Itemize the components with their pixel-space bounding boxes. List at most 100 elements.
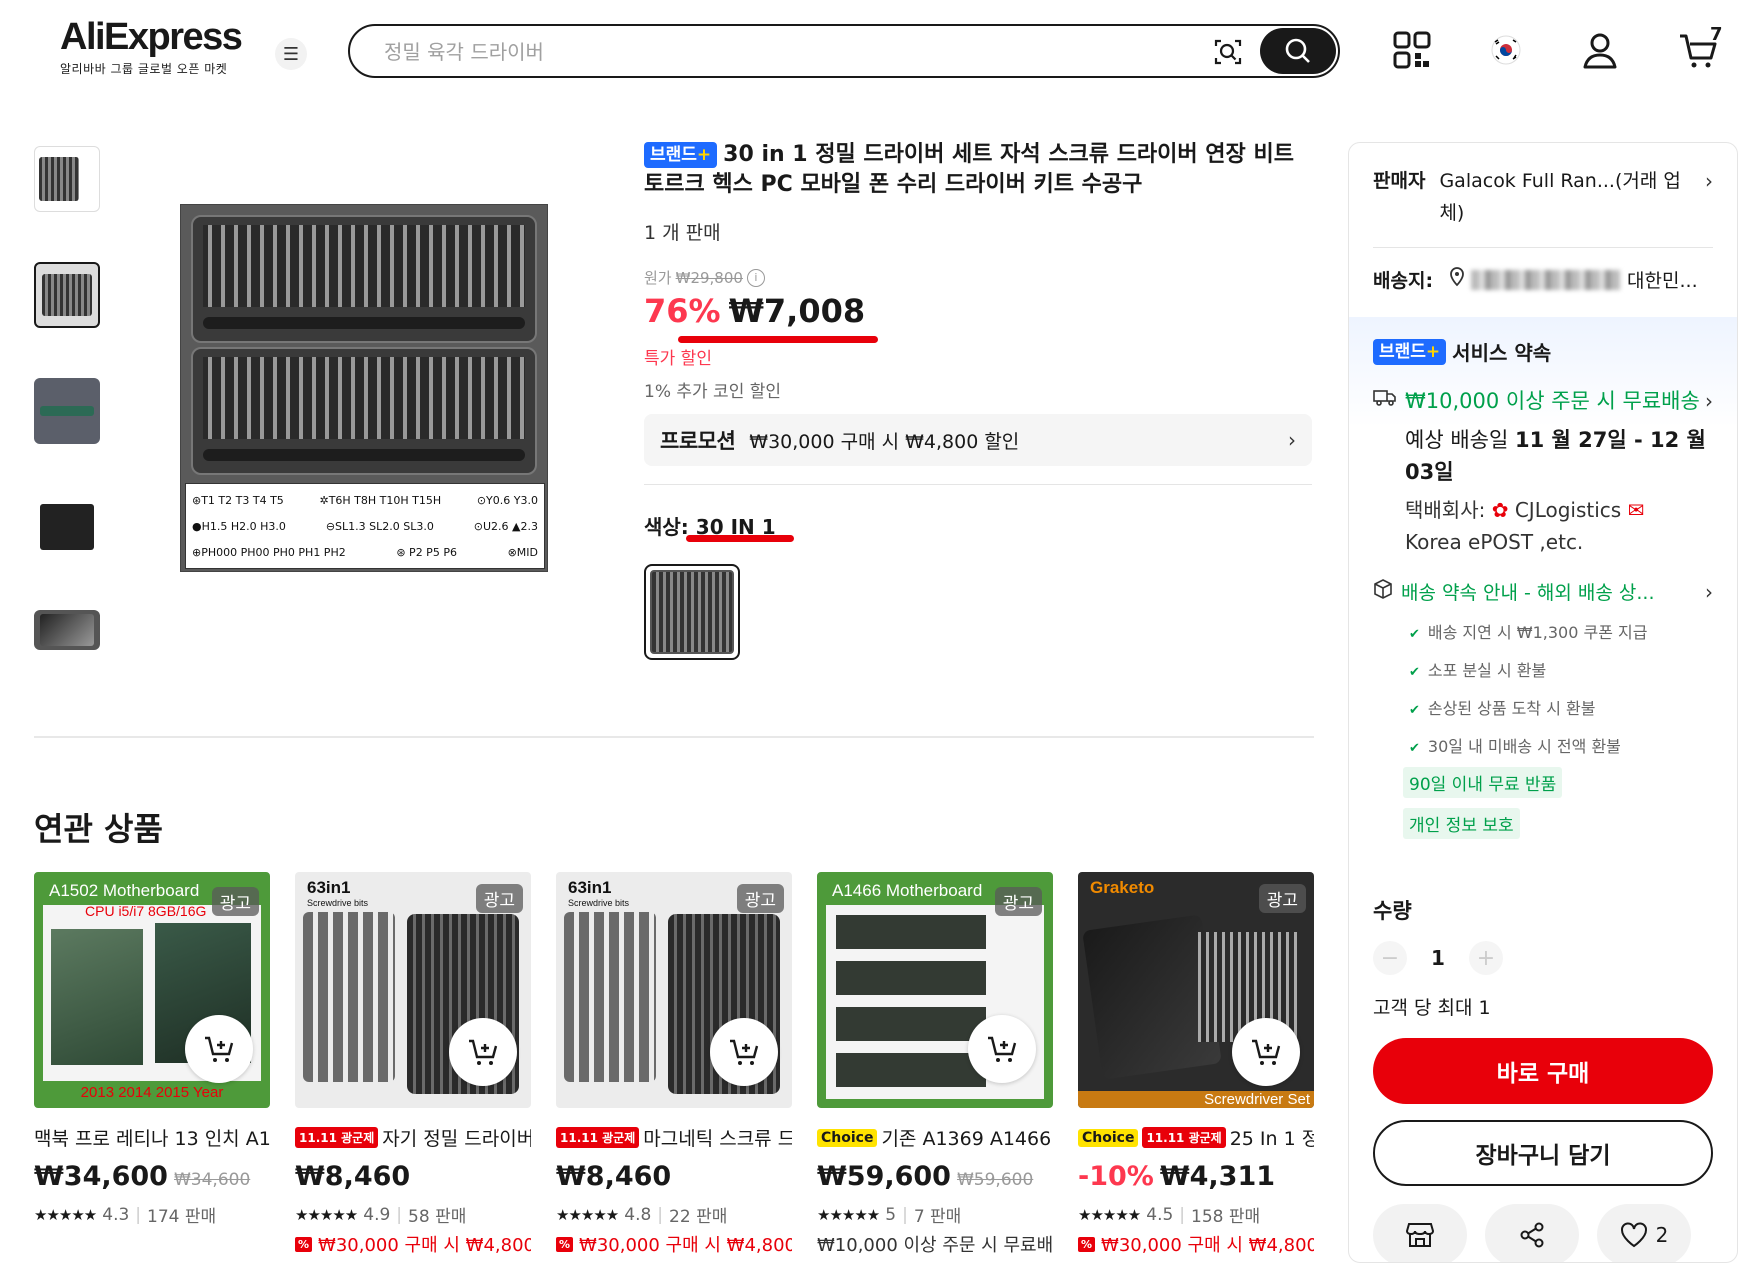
image-search-icon[interactable] (1210, 34, 1246, 70)
color-label: 색상: 30 IN 1 (644, 511, 1314, 542)
promotion-banner[interactable]: 프로모션 ₩30,000 구매 시 ₩4,800 할인 › (644, 414, 1312, 466)
color-swatch-30in1[interactable] (644, 564, 740, 660)
ad-badge: 광고 (736, 884, 784, 913)
wishlist-count: 2 (1655, 1223, 1669, 1247)
purchase-side-panel: 판매자 Galacok Full Ran...(거래 업체) › 배송지: 대한… (1348, 142, 1738, 1263)
product-card-image[interactable]: 63in1 Screwdrive bits 광고 (295, 872, 531, 1108)
main-product-image[interactable]: ⊛T1 T2 T3 T4 T5 ✲T6H T8H T10H T15H ⊙Y0.6 Y… (180, 204, 548, 572)
product-title: 브랜드+ 30 in 1 정밀 드라이버 세트 자석 스크류 드라이버 연장 비트… (644, 142, 1294, 197)
search-button[interactable] (1260, 28, 1336, 74)
box-icon (1373, 579, 1393, 604)
product-card-price: -10% ₩4,311 (1078, 1161, 1276, 1192)
add-to-cart-icon[interactable] (1232, 1018, 1300, 1086)
product-card-price: ₩8,460 (556, 1161, 672, 1192)
thumbnail-5[interactable] (34, 610, 100, 650)
product-card-promo: % ₩30,000 구매 시 ₩4,800 (295, 1231, 531, 1257)
product-card[interactable]: 63in1 Screwdrive bits 광고 11.11 광군제 자기 정밀 … (295, 872, 531, 1257)
buy-now-button[interactable]: 바로 구매 (1373, 1038, 1713, 1104)
thumbnail-3[interactable] (34, 378, 100, 444)
section-divider (34, 736, 1314, 738)
product-card[interactable]: A1502 Motherboard CPU i5/i7 8GB/16G 2013… (34, 872, 270, 1257)
product-card-image[interactable]: Graketo Screwdriver Set 광고 (1078, 872, 1314, 1108)
chevron-right-icon: › (1705, 579, 1713, 604)
promise-check-item: ✔ 손상된 상품 도착 시 환불 (1409, 699, 1596, 718)
quantity-stepper: − 1 + (1373, 941, 1713, 975)
original-price: ₩29,800 (675, 268, 743, 287)
quantity-decrease-button[interactable]: − (1373, 941, 1407, 975)
epost-logo-icon: ✉ (1627, 498, 1645, 522)
share-button[interactable] (1485, 1204, 1579, 1262)
seller-row[interactable]: 판매자 Galacok Full Ran...(거래 업체) › (1373, 165, 1713, 229)
account-icon[interactable] (1578, 28, 1622, 72)
percent-icon: % (556, 1236, 574, 1252)
hamburger-menu-icon[interactable]: ☰ (275, 38, 307, 70)
check-icon: ✔ (1409, 665, 1420, 680)
promise-check-item: ✔ 30일 내 미배송 시 전액 환불 (1409, 737, 1621, 756)
sold-count: 1 개 판매 (644, 222, 721, 244)
aliexpress-logo[interactable]: AliExpress 알리바바 그룹 글로벌 오픈 마켓 (60, 16, 260, 77)
legend-row: ⊛T1 T2 T3 T4 T5 ✲T6H T8H T10H T15H ⊙Y0.6 Y… (192, 494, 538, 507)
store-button[interactable] (1373, 1204, 1467, 1262)
product-card-price: ₩59,600 ₩59,600 (817, 1161, 1034, 1192)
ad-badge: 광고 (475, 884, 523, 913)
red-annotation-underline (678, 336, 878, 343)
chevron-right-icon: › (1705, 389, 1713, 413)
product-card-rating: ★★★★★ 4.5 | 158 판매 (1078, 1204, 1261, 1228)
free-return-tag: 90일 이내 무료 반품 (1403, 767, 1563, 798)
tray-bottom (191, 347, 537, 475)
korea-flag-icon[interactable] (1484, 28, 1528, 72)
promise-check-item: ✔ 소포 분실 시 환불 (1409, 661, 1547, 680)
legend-row: ●H1.5 H2.0 H3.0 ⊖SL1.3 SL2.0 SL3.0 ⊙U2.6 ▲… (192, 520, 538, 533)
product-card-name: Choice기존 A1369 A1466 로직보드 (817, 1124, 1053, 1151)
cj-logo-icon: ✿ (1491, 498, 1509, 522)
product-card-rating: ★★★★★ 4.8 | 22 판매 (556, 1204, 728, 1228)
search-bar (348, 24, 1340, 78)
red-annotation-underline (686, 535, 794, 542)
related-products-list: A1502 Motherboard CPU i5/i7 8GB/16G 2013… (34, 872, 1314, 1257)
discount-percent: 76% (644, 292, 721, 330)
free-shipping-row[interactable]: ₩10,000 이상 주문 시 무료배송 › (1373, 386, 1713, 416)
product-card-price: ₩8,460 (295, 1161, 411, 1192)
share-icon (1520, 1222, 1544, 1248)
star-rating-icon: ★★★★★ (556, 1205, 619, 1224)
star-rating-icon: ★★★★★ (295, 1205, 358, 1224)
related-products-title: 연관 상품 (34, 810, 163, 848)
service-promise-section: 브랜드+ 서비스 약속 ₩10,000 이상 주문 시 무료배송 › 예상 배송… (1349, 317, 1737, 855)
add-to-cart-icon[interactable] (185, 1015, 253, 1083)
check-icon: ✔ (1409, 741, 1420, 756)
add-to-cart-button[interactable]: 장바구니 담기 (1373, 1120, 1713, 1186)
add-to-cart-icon[interactable] (710, 1018, 778, 1086)
qr-code-icon[interactable] (1390, 28, 1434, 72)
product-card-name: 11.11 광군제자기 정밀 드라이버 세트 (295, 1124, 531, 1151)
product-card-promo: ₩10,000 이상 주문 시 무료배송 (817, 1235, 1053, 1256)
location-pin-icon (1449, 267, 1465, 292)
logo-text: AliExpress (60, 16, 243, 58)
search-input[interactable] (384, 38, 1184, 66)
ship-to-row[interactable]: 배송지: 대한민... (1373, 266, 1713, 293)
product-card-name: Choice11.11 광군제25 In 1 정밀 드라이버 (1078, 1124, 1314, 1151)
product-info: 브랜드+ 30 in 1 정밀 드라이버 세트 자석 스크류 드라이버 연장 비트… (644, 140, 1314, 660)
product-card[interactable]: A1466 Motherboard 광고 Choice 기존 A1369 A146… (817, 872, 1053, 1257)
original-price-row: 원가 ₩29,800 i (644, 267, 1314, 288)
divider (1373, 247, 1713, 248)
tray-top (191, 215, 537, 343)
product-card-rating: ★★★★★ 4.3 | 174 판매 (34, 1204, 217, 1228)
seller-name: Galacok Full Ran...(거래 업체) (1439, 170, 1681, 224)
thumbnail-2[interactable] (34, 262, 100, 328)
percent-icon: % (1078, 1236, 1096, 1252)
product-card[interactable]: Graketo Screwdriver Set 광고 Choice 11.11 광… (1078, 872, 1314, 1257)
info-icon[interactable]: i (746, 268, 765, 287)
blurred-address (1471, 269, 1622, 290)
thumbnail-4[interactable] (34, 494, 100, 560)
product-card-image[interactable]: A1502 Motherboard CPU i5/i7 8GB/16G 2013… (34, 872, 270, 1108)
wishlist-button[interactable]: 2 (1597, 1204, 1691, 1262)
product-card[interactable]: 63in1 Screwdrive bits 광고 11.11 광군제 마그네틱 스… (556, 872, 792, 1257)
product-card-image[interactable]: 63in1 Screwdrive bits 광고 (556, 872, 792, 1108)
product-card-name: 11.11 광군제마그네틱 스크류 드라이버 (556, 1124, 792, 1151)
thumbnail-1[interactable] (34, 146, 100, 212)
product-card-image[interactable]: A1466 Motherboard 광고 (817, 872, 1053, 1108)
add-to-cart-icon[interactable] (968, 1015, 1036, 1083)
quantity-increase-button[interactable]: + (1468, 941, 1503, 975)
delivery-promise-row[interactable]: 배송 약속 안내 - 해외 배송 상... › (1373, 578, 1713, 605)
add-to-cart-icon[interactable] (449, 1018, 517, 1086)
